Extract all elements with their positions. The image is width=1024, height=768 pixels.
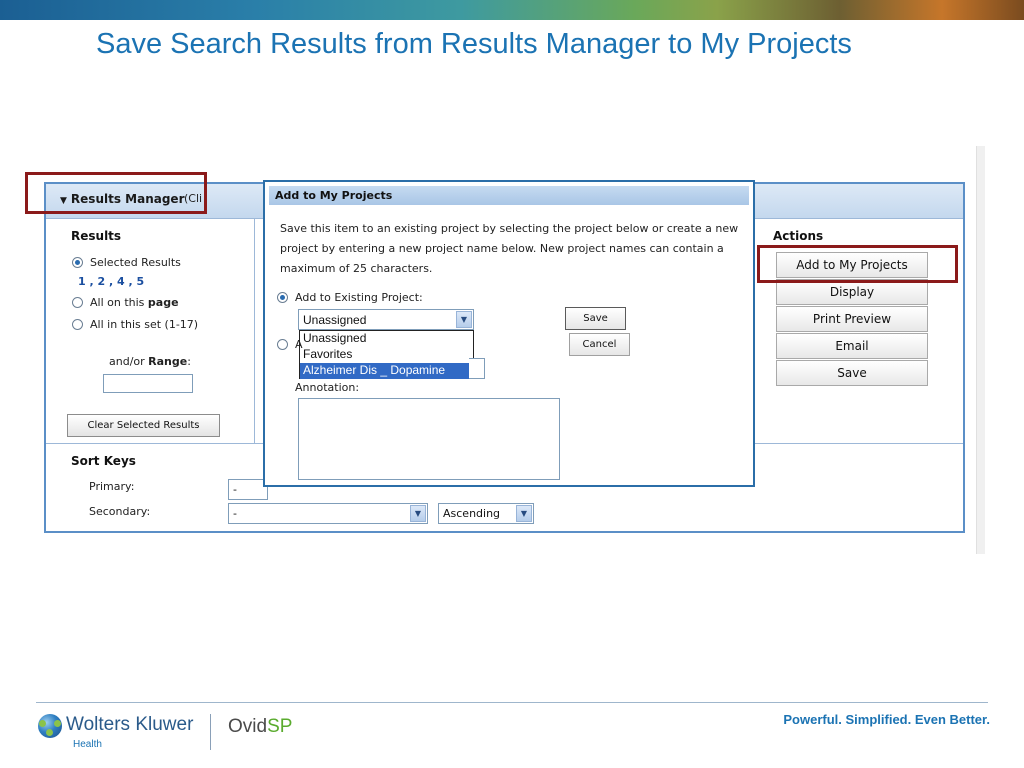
product-logo: OvidSP — [228, 716, 293, 737]
top-banner — [0, 0, 1024, 20]
results-heading: Results — [71, 229, 122, 243]
secondary-sort-value: - — [233, 507, 237, 520]
project-option-unassigned[interactable]: Unassigned — [300, 331, 473, 347]
brand-separator — [210, 714, 211, 750]
existing-project-select[interactable]: Unassigned ▼ — [298, 309, 474, 330]
clear-selected-results-button[interactable]: Clear Selected Results — [67, 414, 220, 437]
selected-numbers[interactable]: 1 , 2 , 4 , 5 — [78, 275, 144, 288]
chevron-down-icon[interactable]: ▼ — [456, 311, 472, 328]
dialog-description: Save this item to an existing project by… — [280, 222, 739, 275]
scrollbar-edge — [976, 146, 985, 554]
dialog-cancel-button[interactable]: Cancel — [569, 333, 630, 356]
chevron-down-icon[interactable]: ▼ — [516, 505, 532, 522]
globe-logo-icon — [38, 714, 62, 738]
secondary-label: Secondary: — [89, 505, 151, 518]
existing-project-value: Unassigned — [303, 313, 367, 327]
project-option-alzheimer[interactable]: Alzheimer Dis _ Dopamine — [300, 363, 473, 379]
tagline: Powerful. Simplified. Even Better. — [783, 712, 990, 727]
new-project-name-input[interactable] — [469, 358, 485, 379]
all-on-page-radio[interactable] — [72, 297, 83, 308]
footer-divider — [36, 702, 988, 703]
annotation-textarea[interactable] — [298, 398, 560, 480]
results-section: Results Selected Results 1 , 2 , 4 , 5 A… — [46, 219, 255, 443]
sort-order-select[interactable]: Ascending ▼ — [438, 503, 534, 524]
primary-sort-value: - — [233, 483, 237, 496]
all-in-set-radio[interactable] — [72, 319, 83, 330]
create-new-project-radio[interactable] — [277, 339, 288, 350]
project-option-favorites[interactable]: Favorites — [300, 347, 473, 363]
email-button[interactable]: Email — [776, 333, 928, 359]
all-in-set-label: All in this set (1-17) — [90, 318, 199, 331]
all-on-page-label: All on this page — [90, 296, 179, 309]
range-input[interactable] — [103, 374, 193, 393]
range-label: and/or Range: — [109, 355, 191, 368]
dialog-title: Add to My Projects — [269, 186, 749, 205]
primary-label: Primary: — [89, 480, 135, 493]
secondary-sort-select[interactable]: - ▼ — [228, 503, 428, 524]
create-new-project-label: A — [295, 338, 303, 351]
annotation-label: Annotation: — [295, 381, 360, 394]
add-to-existing-label: Add to Existing Project: — [295, 291, 423, 304]
sort-keys-heading: Sort Keys — [71, 454, 136, 468]
dialog-save-button[interactable]: Save — [565, 307, 626, 330]
chevron-down-icon[interactable]: ▼ — [410, 505, 426, 522]
brand-sub: Health — [73, 739, 102, 750]
print-preview-button[interactable]: Print Preview — [776, 306, 928, 332]
results-manager-highlight — [25, 172, 207, 214]
brand-name: Wolters Kluwer — [66, 714, 194, 735]
add-to-my-projects-dialog: Add to My Projects Save this item to an … — [263, 180, 755, 487]
selected-results-radio[interactable] — [72, 257, 83, 268]
actions-heading: Actions — [773, 229, 824, 243]
slide-title: Save Search Results from Results Manager… — [96, 28, 852, 60]
primary-sort-select[interactable]: - — [228, 479, 268, 500]
save-button[interactable]: Save — [776, 360, 928, 386]
selected-results-label: Selected Results — [90, 256, 181, 269]
project-dropdown-list: Unassigned Favorites Alzheimer Dis _ Dop… — [299, 330, 474, 379]
add-to-projects-highlight — [757, 245, 958, 283]
sort-order-value: Ascending — [443, 507, 501, 520]
add-to-existing-radio[interactable] — [277, 292, 288, 303]
